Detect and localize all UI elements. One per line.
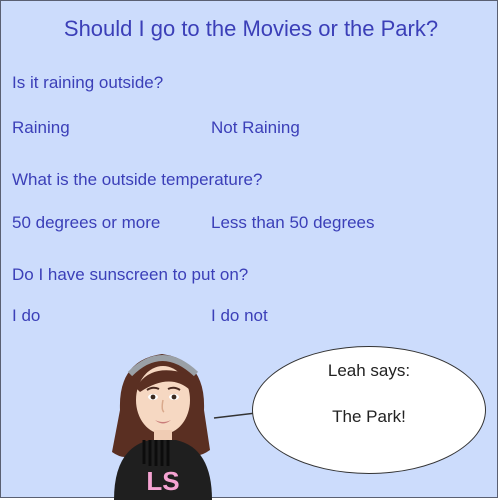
avatar-initials: LS xyxy=(146,466,179,496)
speech-message: The Park! xyxy=(332,407,406,426)
avatar: LS xyxy=(112,354,212,500)
speech-speaker: Leah says: xyxy=(327,361,411,380)
